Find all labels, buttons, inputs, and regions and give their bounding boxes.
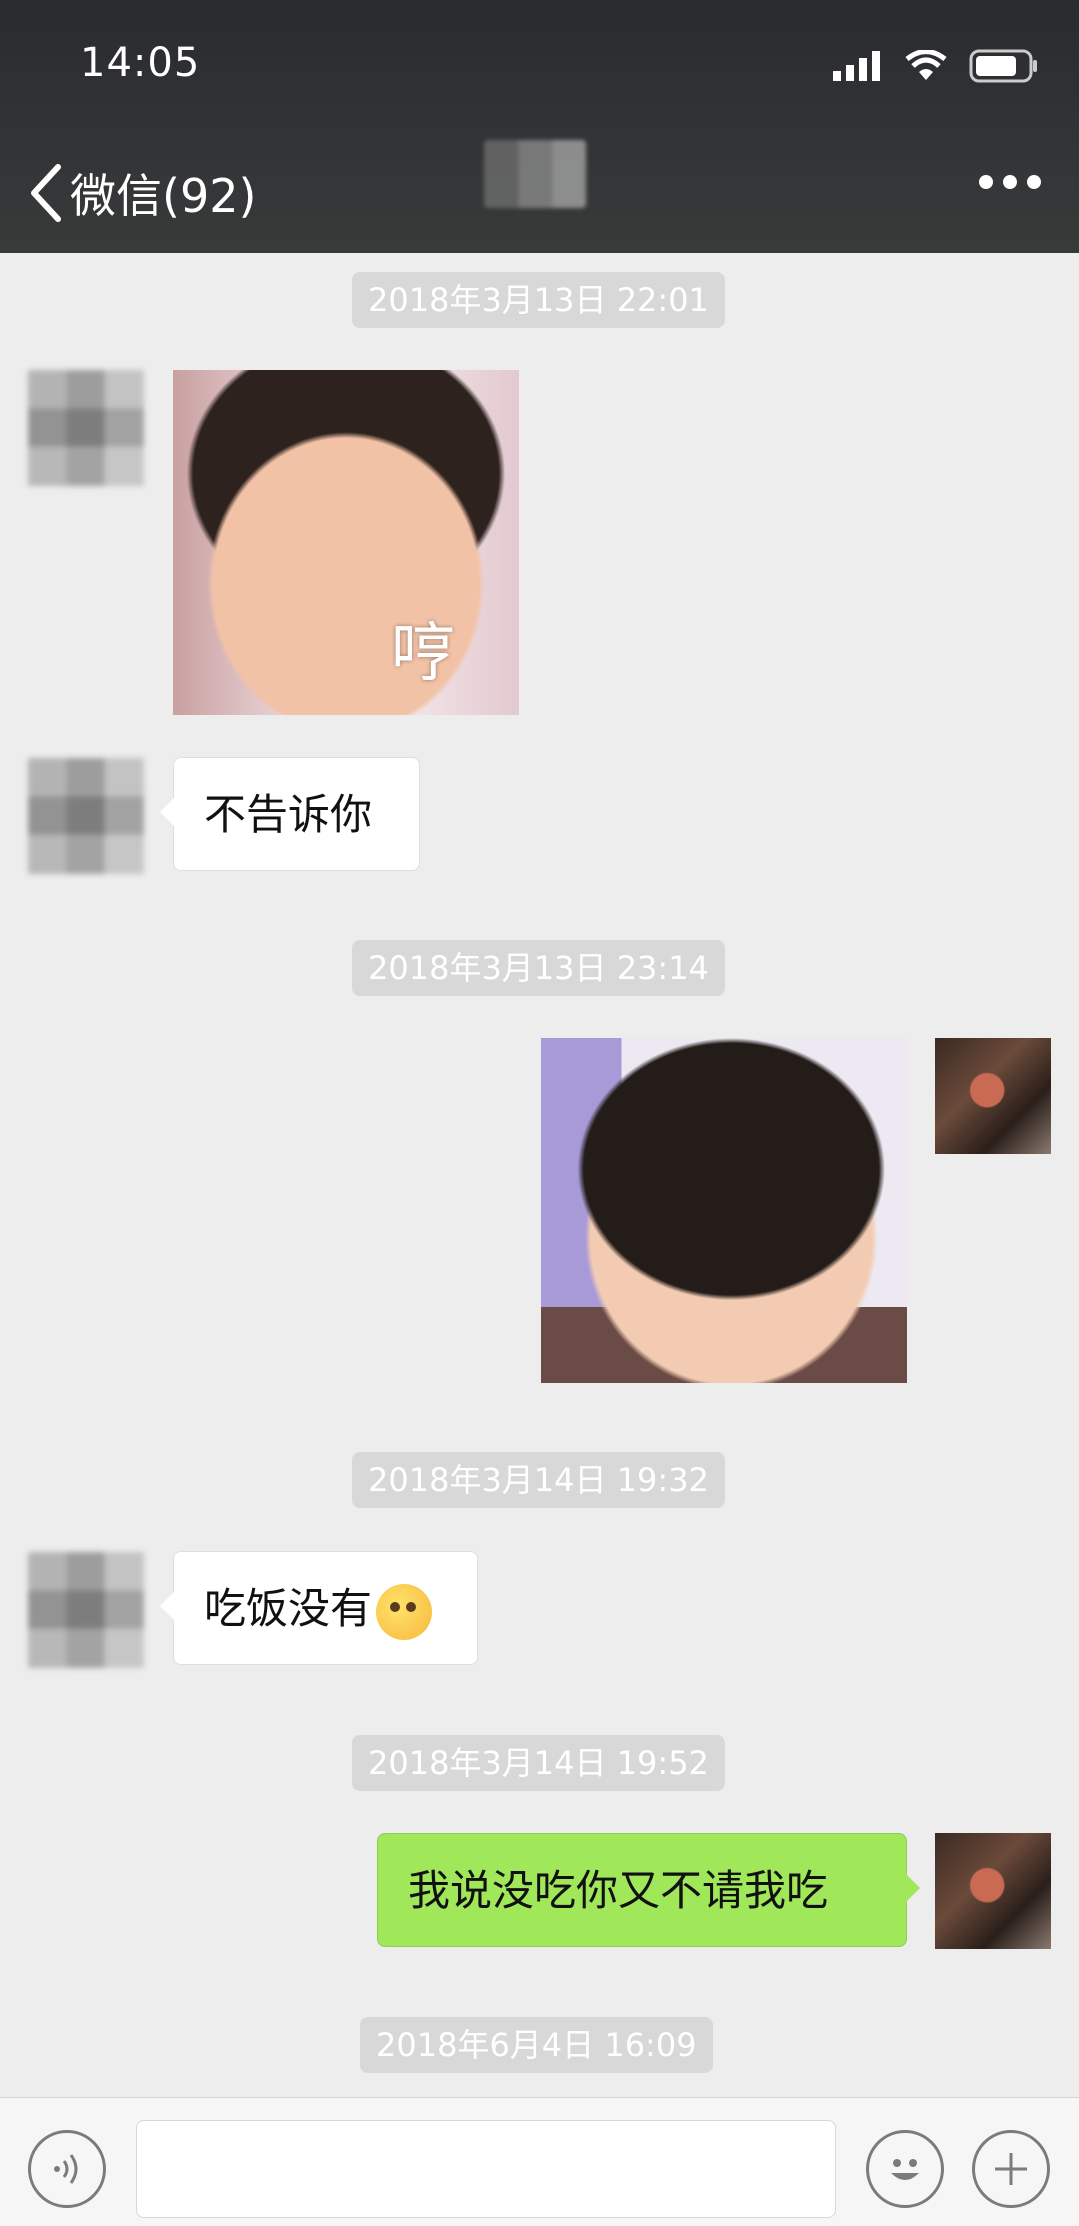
status-icons (833, 46, 1039, 86)
timestamp: 2018年3月13日 23:14 (352, 940, 725, 996)
back-label: 微信(92) (70, 169, 257, 223)
emoji-button[interactable] (866, 2130, 944, 2208)
more-dot (1003, 175, 1017, 189)
smirk-emoji-icon (376, 1583, 433, 1640)
received-bubble[interactable]: 不告诉你 (160, 757, 420, 871)
sticker-message[interactable] (541, 1038, 907, 1383)
timestamp: 2018年3月14日 19:52 (352, 1735, 725, 1791)
input-bar (0, 2097, 1079, 2226)
my-avatar[interactable] (935, 1833, 1051, 1949)
timestamp: 2018年6月4日 16:09 (360, 2017, 713, 2073)
contact-avatar[interactable] (28, 1552, 144, 1668)
chat-title-redacted (484, 140, 586, 208)
status-time: 14:05 (80, 40, 201, 86)
voice-button[interactable] (28, 2130, 106, 2208)
sent-bubble[interactable]: 我说没吃你又不请我吃 (377, 1833, 920, 1947)
more-dot (1027, 175, 1041, 189)
signal-icon (833, 51, 880, 81)
voice-icon (54, 2154, 78, 2184)
more-button[interactable] (979, 175, 1041, 189)
more-dot (979, 175, 993, 189)
header: 14:05 微信(92) (0, 0, 1079, 253)
plus-icon (995, 2153, 1027, 2185)
timestamp: 2018年3月14日 19:32 (352, 1452, 725, 1508)
chevron-left-icon (31, 164, 61, 222)
message-text: 吃饭没有 (204, 1584, 373, 1633)
wifi-icon (905, 50, 947, 80)
back-button[interactable]: 微信(92) (28, 160, 256, 226)
smiley-icon (891, 2159, 919, 2180)
contact-avatar[interactable] (28, 370, 144, 486)
sticker-caption: 哼 (391, 617, 455, 691)
received-bubble[interactable]: 吃饭没有 (160, 1551, 478, 1665)
message-input[interactable] (136, 2120, 836, 2218)
sticker-message[interactable]: 哼 (173, 370, 519, 715)
more-functions-button[interactable] (972, 2130, 1050, 2208)
my-avatar[interactable] (935, 1038, 1051, 1154)
contact-avatar[interactable] (28, 758, 144, 874)
timestamp: 2018年3月13日 22:01 (352, 272, 725, 328)
battery-icon (969, 49, 1037, 83)
